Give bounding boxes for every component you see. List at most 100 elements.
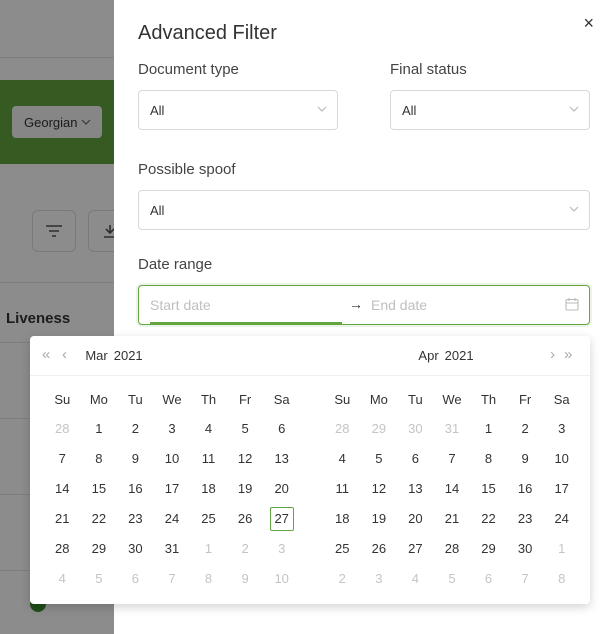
calendar-day[interactable]: 20 bbox=[397, 504, 434, 534]
calendar-day[interactable]: 28 bbox=[434, 534, 471, 564]
calendar-day[interactable]: 8 bbox=[543, 564, 580, 594]
calendar-day[interactable]: 24 bbox=[543, 504, 580, 534]
calendar-day[interactable]: 29 bbox=[81, 534, 118, 564]
month-select-left[interactable]: Mar bbox=[85, 348, 107, 363]
calendar-day[interactable]: 8 bbox=[81, 444, 118, 474]
calendar-day[interactable]: 7 bbox=[507, 564, 544, 594]
calendar-day[interactable]: 13 bbox=[263, 444, 300, 474]
calendar-day[interactable]: 8 bbox=[190, 564, 227, 594]
calendar-day[interactable]: 5 bbox=[361, 444, 398, 474]
possible-spoof-select[interactable]: All bbox=[138, 190, 590, 230]
calendar-day[interactable]: 18 bbox=[190, 474, 227, 504]
calendar-day[interactable]: 28 bbox=[44, 414, 81, 444]
next-year-button[interactable]: » bbox=[564, 346, 572, 364]
calendar-day[interactable]: 11 bbox=[324, 474, 361, 504]
calendar-day[interactable]: 16 bbox=[117, 474, 154, 504]
calendar-day[interactable]: 12 bbox=[361, 474, 398, 504]
calendar-day[interactable]: 17 bbox=[543, 474, 580, 504]
calendar-day[interactable]: 22 bbox=[470, 504, 507, 534]
calendar-day[interactable]: 14 bbox=[44, 474, 81, 504]
calendar-day[interactable]: 4 bbox=[44, 564, 81, 594]
calendar-day[interactable]: 20 bbox=[263, 474, 300, 504]
calendar-day[interactable]: 4 bbox=[190, 414, 227, 444]
calendar-day[interactable]: 13 bbox=[397, 474, 434, 504]
calendar-day[interactable]: 5 bbox=[227, 414, 264, 444]
calendar-day[interactable]: 5 bbox=[81, 564, 118, 594]
calendar-day[interactable]: 19 bbox=[361, 504, 398, 534]
calendar-day[interactable]: 9 bbox=[507, 444, 544, 474]
next-month-button[interactable]: › bbox=[550, 346, 555, 364]
calendar-day[interactable]: 4 bbox=[324, 444, 361, 474]
date-range-picker[interactable]: → bbox=[138, 285, 590, 325]
calendar-day[interactable]: 3 bbox=[154, 414, 191, 444]
calendar-day[interactable]: 1 bbox=[543, 534, 580, 564]
calendar-day[interactable]: 30 bbox=[397, 414, 434, 444]
calendar-day[interactable]: 25 bbox=[324, 534, 361, 564]
calendar-day[interactable]: 4 bbox=[397, 564, 434, 594]
calendar-day[interactable]: 17 bbox=[154, 474, 191, 504]
calendar-day[interactable]: 30 bbox=[117, 534, 154, 564]
calendar-day[interactable]: 15 bbox=[81, 474, 118, 504]
calendar-day[interactable]: 27 bbox=[397, 534, 434, 564]
calendar-day[interactable]: 3 bbox=[263, 534, 300, 564]
calendar-day[interactable]: 3 bbox=[361, 564, 398, 594]
calendar-day[interactable]: 7 bbox=[434, 444, 471, 474]
calendar-day[interactable]: 6 bbox=[117, 564, 154, 594]
calendar-day-number: 6 bbox=[484, 571, 493, 586]
start-date-input[interactable] bbox=[150, 294, 340, 316]
year-select-left[interactable]: 2021 bbox=[114, 348, 143, 363]
calendar-day[interactable]: 2 bbox=[507, 414, 544, 444]
final-status-select[interactable]: All bbox=[390, 90, 590, 130]
calendar-day[interactable]: 6 bbox=[263, 414, 300, 444]
calendar-day[interactable]: 24 bbox=[154, 504, 191, 534]
calendar-day[interactable]: 10 bbox=[263, 564, 300, 594]
calendar-day[interactable]: 1 bbox=[190, 534, 227, 564]
calendar-day-today[interactable]: 27 bbox=[263, 504, 300, 534]
calendar-day[interactable]: 30 bbox=[507, 534, 544, 564]
calendar-day[interactable]: 26 bbox=[227, 504, 264, 534]
calendar-day[interactable]: 19 bbox=[227, 474, 264, 504]
calendar-day[interactable]: 2 bbox=[324, 564, 361, 594]
calendar-day-number: 20 bbox=[274, 481, 289, 496]
calendar-day[interactable]: 29 bbox=[470, 534, 507, 564]
calendar-day[interactable]: 26 bbox=[361, 534, 398, 564]
calendar-day[interactable]: 14 bbox=[434, 474, 471, 504]
calendar-day[interactable]: 11 bbox=[190, 444, 227, 474]
calendar-day[interactable]: 23 bbox=[507, 504, 544, 534]
calendar-day-number: 19 bbox=[371, 511, 387, 526]
end-date-input[interactable] bbox=[371, 294, 561, 316]
calendar-day[interactable]: 5 bbox=[434, 564, 471, 594]
calendar-day[interactable]: 25 bbox=[190, 504, 227, 534]
calendar-day[interactable]: 22 bbox=[81, 504, 118, 534]
calendar-day[interactable]: 2 bbox=[227, 534, 264, 564]
document-type-select[interactable]: All bbox=[138, 90, 338, 130]
calendar-day[interactable]: 6 bbox=[397, 444, 434, 474]
calendar-day[interactable]: 7 bbox=[154, 564, 191, 594]
calendar-day[interactable]: 6 bbox=[470, 564, 507, 594]
close-button[interactable]: × bbox=[583, 14, 594, 32]
calendar-day[interactable]: 10 bbox=[543, 444, 580, 474]
calendar-day[interactable]: 8 bbox=[470, 444, 507, 474]
calendar-day[interactable]: 12 bbox=[227, 444, 264, 474]
calendar-day[interactable]: 16 bbox=[507, 474, 544, 504]
calendar-day[interactable]: 7 bbox=[44, 444, 81, 474]
calendar-day[interactable]: 3 bbox=[543, 414, 580, 444]
year-select-right[interactable]: 2021 bbox=[445, 348, 474, 363]
month-select-right[interactable]: Apr bbox=[418, 348, 438, 363]
calendar-day[interactable]: 18 bbox=[324, 504, 361, 534]
calendar-day[interactable]: 9 bbox=[227, 564, 264, 594]
calendar-day[interactable]: 21 bbox=[44, 504, 81, 534]
calendar-day[interactable]: 2 bbox=[117, 414, 154, 444]
calendar-day[interactable]: 15 bbox=[470, 474, 507, 504]
calendar-day[interactable]: 9 bbox=[117, 444, 154, 474]
calendar-day[interactable]: 10 bbox=[154, 444, 191, 474]
calendar-day[interactable]: 1 bbox=[81, 414, 118, 444]
calendar-day[interactable]: 28 bbox=[324, 414, 361, 444]
calendar-day[interactable]: 28 bbox=[44, 534, 81, 564]
calendar-day[interactable]: 31 bbox=[154, 534, 191, 564]
calendar-day[interactable]: 31 bbox=[434, 414, 471, 444]
calendar-day[interactable]: 21 bbox=[434, 504, 471, 534]
calendar-day[interactable]: 23 bbox=[117, 504, 154, 534]
calendar-day[interactable]: 29 bbox=[361, 414, 398, 444]
calendar-day[interactable]: 1 bbox=[470, 414, 507, 444]
